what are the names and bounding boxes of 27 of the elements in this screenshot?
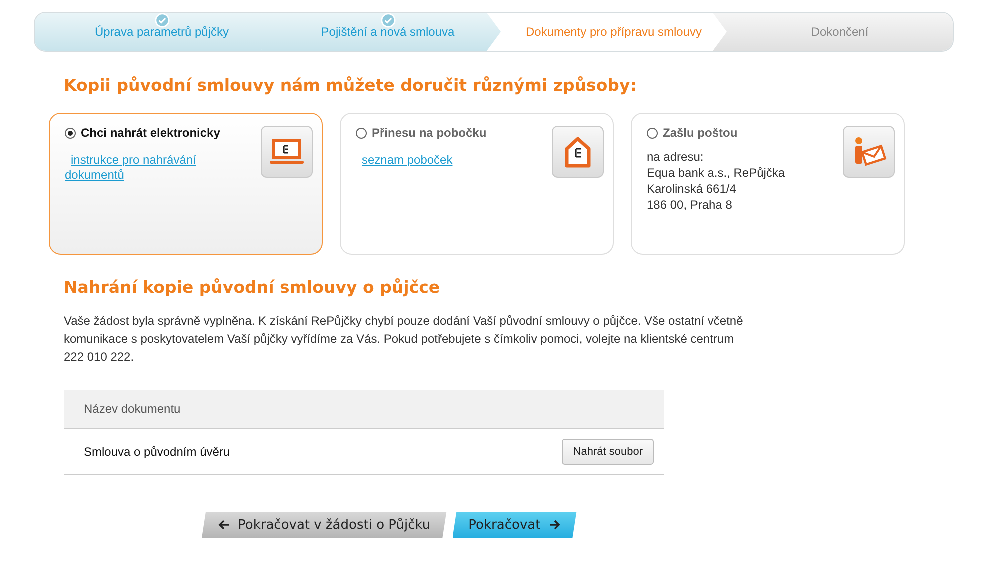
- address-line: na adresu:: [647, 149, 705, 165]
- right-arrow-icon: [548, 519, 561, 531]
- column-header: Název dokumentu: [84, 402, 181, 416]
- section-heading: Nahrání kopie původní smlouvy o půjčce: [64, 278, 440, 297]
- address-line: 186 00, Praha 8: [647, 197, 734, 213]
- radio-button[interactable]: [647, 128, 658, 138]
- option-label: Přinesu na pobočku: [372, 126, 487, 140]
- step-label: Dokončení: [810, 25, 869, 39]
- back-button[interactable]: Pokračovat v žádosti o Půjčku: [202, 512, 447, 538]
- continue-button[interactable]: Pokračovat: [452, 512, 577, 538]
- step-label: Dokumenty pro přípravu smlouvy: [524, 25, 702, 39]
- section-heading: Kopii původní smlouvy nám můžete doručit různými způsoby:: [64, 76, 637, 95]
- step-label: Úprava parametrů půjčky: [94, 25, 230, 39]
- upload-button[interactable]: Nahrát soubor: [562, 438, 654, 464]
- option-label: Chci nahrát elektronicky: [81, 126, 220, 140]
- address-line: Karolinská 661/4: [647, 181, 738, 197]
- step-label: Pojištění a nová smlouva: [320, 25, 455, 39]
- address-line: Equa bank a.s., RePůjčka: [647, 165, 786, 181]
- radio-button[interactable]: [65, 128, 76, 138]
- radio-button[interactable]: [356, 128, 367, 138]
- table-cell: Smlouva o původním úvěru: [84, 444, 230, 458]
- option-card[interactable]: Chci nahrát elektronicky instrukce pro nahrávání dokumentů: [49, 113, 323, 255]
- option-card[interactable]: Zašlu poštou na adresu: Equa bank a.s., RePůjčka Karolinská 661/4 186 00, Praha 8: [631, 113, 905, 255]
- intro-paragraph: Vaše žádost byla správně vyplněna. K získání RePůjčky chybí pouze dodání Vaší původní smlouvy o půjčce. Vše ostatní včetně komunikace s poskytovatelem Vaší půjčky vyřídíme za Vás. Pokud potřebujete s čímkoliv pomoci, volejte na klientské centrum 222 010 222.: [64, 313, 744, 366]
- option-label: Zašlu poštou: [663, 126, 738, 140]
- left-arrow-icon: [218, 519, 230, 531]
- option-card[interactable]: Přinesu na pobočku seznam poboček: [340, 113, 614, 255]
